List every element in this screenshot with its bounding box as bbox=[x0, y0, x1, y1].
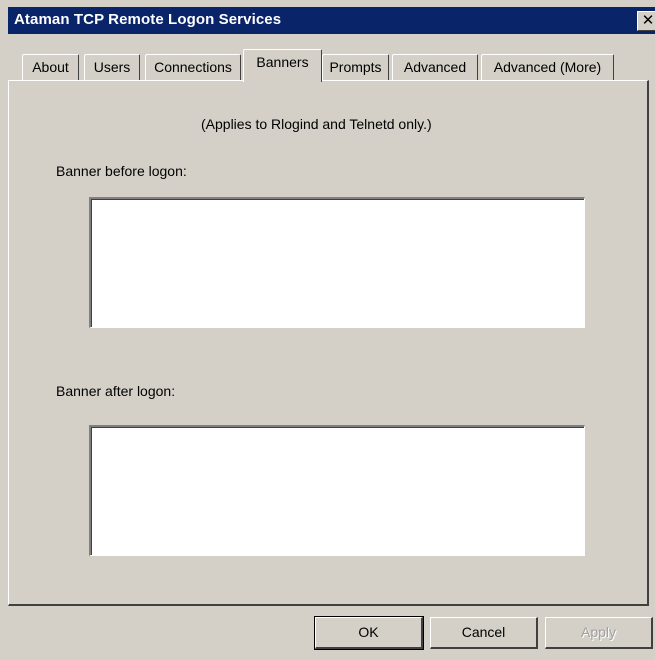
dialog-window: Ataman TCP Remote Logon Services ✕ About… bbox=[0, 0, 655, 660]
ok-button[interactable]: OK bbox=[314, 616, 424, 650]
tab-advanced-more[interactable]: Advanced (More) bbox=[481, 54, 614, 80]
window-title: Ataman TCP Remote Logon Services bbox=[14, 11, 282, 28]
tab-connections[interactable]: Connections bbox=[145, 54, 241, 80]
tab-advanced[interactable]: Advanced bbox=[392, 54, 478, 80]
tab-users[interactable]: Users bbox=[84, 54, 140, 80]
tab-banners[interactable]: Banners bbox=[243, 49, 322, 82]
close-button[interactable]: ✕ bbox=[637, 11, 655, 31]
tab-about[interactable]: About bbox=[22, 54, 79, 80]
banner-after-textarea[interactable] bbox=[89, 425, 585, 556]
tab-prompts[interactable]: Prompts bbox=[322, 54, 389, 80]
applies-note: (Applies to Rlogind and Telnetd only.) bbox=[201, 116, 432, 132]
banner-after-label: Banner after logon: bbox=[56, 383, 176, 399]
close-icon: ✕ bbox=[641, 12, 655, 29]
title-bar[interactable]: Ataman TCP Remote Logon Services ✕ bbox=[8, 7, 655, 34]
cancel-button[interactable]: Cancel bbox=[430, 617, 538, 649]
apply-button[interactable]: Apply bbox=[545, 617, 653, 649]
banner-before-label: Banner before logon: bbox=[56, 163, 187, 179]
banner-before-textarea[interactable] bbox=[89, 197, 585, 328]
